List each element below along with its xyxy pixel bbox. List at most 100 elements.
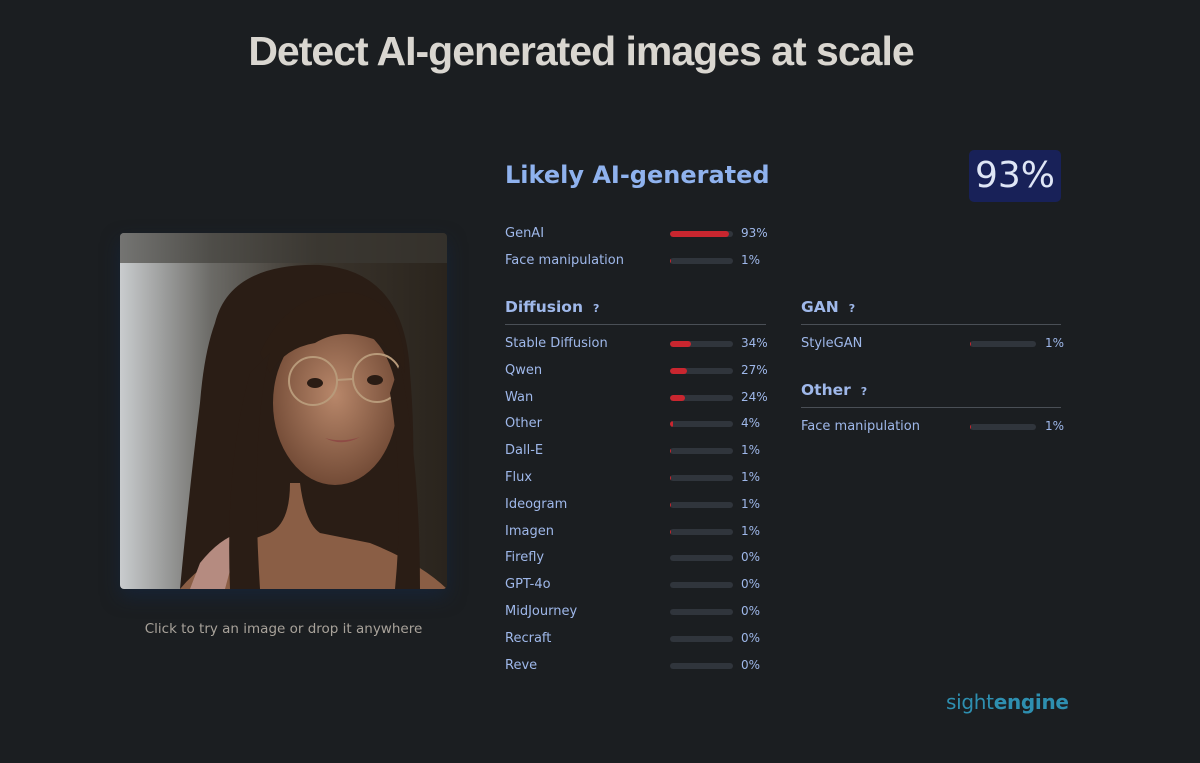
progress-fill	[970, 424, 971, 430]
result-row: Qwen 27%	[505, 363, 775, 381]
drop-hint: Click to try an image or drop it anywher…	[144, 621, 423, 637]
row-label: Firefly	[505, 550, 545, 566]
result-row-genai: GenAI 93%	[505, 226, 775, 244]
section-label: Diffusion	[505, 298, 583, 316]
divider	[801, 407, 1061, 408]
sample-image[interactable]	[120, 233, 447, 589]
row-percent: 1%	[741, 523, 761, 538]
result-row: Imagen 1%	[505, 524, 775, 542]
brand-light: sight	[946, 690, 994, 714]
progress-bar	[970, 424, 1036, 430]
verdict-title: Likely AI-generated	[505, 161, 770, 189]
result-row: Other 4%	[505, 416, 775, 434]
result-row: Ideogram 1%	[505, 497, 775, 515]
row-percent: 0%	[741, 630, 761, 645]
progress-bar	[670, 258, 733, 264]
progress-fill	[670, 231, 729, 237]
progress-bar	[670, 367, 733, 374]
progress-fill	[670, 528, 671, 535]
result-row: Stable Diffusion 34%	[505, 336, 775, 354]
row-label: Reve	[505, 657, 538, 673]
row-percent: 0%	[741, 577, 761, 592]
row-label: GPT-4o	[505, 577, 551, 593]
section-label: Other	[801, 381, 851, 399]
progress-fill	[670, 367, 687, 374]
row-percent: 1%	[1045, 336, 1065, 350]
result-row: Dall-E 1%	[505, 443, 775, 461]
result-row: GPT-4o 0%	[505, 577, 775, 595]
row-label: Qwen	[505, 362, 543, 378]
brand-bold: engine	[993, 690, 1069, 714]
row-percent: 1%	[741, 443, 761, 458]
row-label: StyleGAN	[801, 336, 863, 351]
progress-fill	[670, 448, 671, 455]
progress-fill	[670, 421, 673, 428]
row-percent: 0%	[741, 657, 761, 672]
divider	[505, 324, 766, 325]
row-percent: 1%	[741, 496, 761, 511]
result-row: Wan 24%	[505, 390, 775, 408]
help-icon[interactable]: ?	[593, 302, 599, 315]
row-percent: 1%	[741, 470, 761, 484]
help-icon[interactable]: ?	[849, 302, 855, 315]
row-label: Face manipulation	[801, 419, 920, 434]
row-label: Ideogram	[505, 496, 568, 512]
progress-bar	[670, 501, 733, 508]
progress-bar	[670, 341, 733, 347]
result-row-stylegan: StyleGAN 1%	[801, 336, 1065, 354]
row-percent: 0%	[741, 604, 761, 618]
result-row: Recraft 0%	[505, 631, 775, 649]
section-title-gan: GAN?	[801, 298, 855, 316]
section-title-diffusion: Diffusion?	[505, 298, 599, 316]
result-row-face-manipulation: Face manipulation 1%	[505, 253, 775, 271]
row-percent: 27%	[741, 362, 768, 377]
progress-fill	[670, 501, 671, 508]
row-percent: 4%	[741, 416, 761, 431]
row-percent: 93%	[741, 226, 768, 240]
sightengine-logo[interactable]: sightengine	[946, 690, 1069, 714]
row-percent: 1%	[1045, 419, 1065, 433]
row-percent: 34%	[741, 336, 768, 350]
page-headline: Detect AI-generated images at scale	[248, 28, 914, 74]
row-label: Other	[505, 416, 542, 432]
row-label: Dall-E	[505, 443, 544, 459]
score-badge: 93%	[969, 150, 1061, 202]
progress-bar	[970, 341, 1036, 347]
progress-bar	[670, 609, 733, 615]
row-label: Imagen	[505, 523, 554, 539]
section-title-other: Other?	[801, 381, 867, 399]
portrait-photo	[120, 233, 447, 589]
progress-bar	[670, 231, 733, 237]
row-percent: 0%	[741, 550, 761, 565]
result-row: Reve 0%	[505, 658, 775, 676]
result-row: Firefly 0%	[505, 550, 775, 568]
row-label: MidJourney	[505, 604, 578, 619]
row-label: Stable Diffusion	[505, 336, 608, 351]
progress-bar	[670, 421, 733, 428]
row-label: Flux	[505, 470, 533, 485]
progress-bar	[670, 635, 733, 642]
progress-bar	[670, 448, 733, 455]
row-label: Wan	[505, 389, 534, 405]
progress-bar	[670, 555, 733, 562]
progress-bar	[670, 475, 733, 481]
result-row-face-manipulation-other: Face manipulation 1%	[801, 419, 1065, 437]
progress-bar	[670, 394, 733, 401]
progress-fill	[670, 394, 686, 401]
divider	[801, 324, 1061, 325]
result-row: Flux 1%	[505, 470, 775, 488]
row-percent: 1%	[741, 253, 761, 267]
row-percent: 24%	[741, 389, 768, 404]
section-label: GAN	[801, 298, 839, 316]
progress-fill	[670, 258, 671, 264]
result-row: MidJourney 0%	[505, 604, 775, 622]
row-label: Recraft	[505, 630, 552, 646]
progress-fill	[670, 475, 671, 481]
help-icon[interactable]: ?	[861, 385, 867, 398]
progress-bar	[670, 582, 733, 589]
progress-fill	[670, 341, 692, 347]
progress-bar	[670, 662, 733, 669]
progress-bar	[670, 528, 733, 535]
row-label: Face manipulation	[505, 253, 624, 268]
progress-fill	[970, 341, 971, 347]
